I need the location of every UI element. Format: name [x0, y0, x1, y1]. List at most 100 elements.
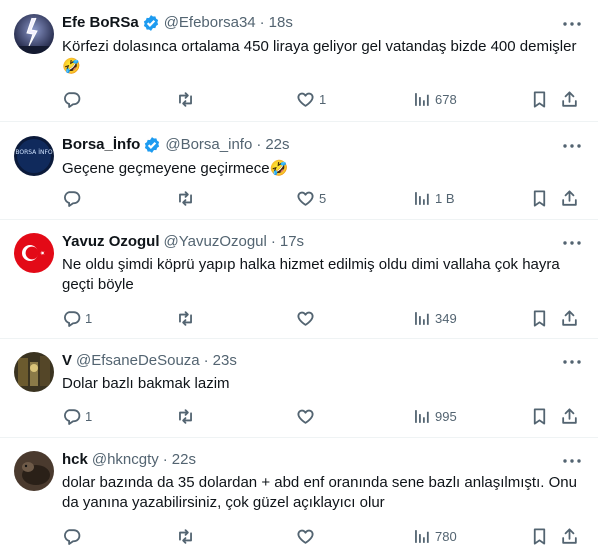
like-button[interactable] [296, 521, 319, 551]
display-name[interactable]: Efe BoRSa [62, 13, 139, 33]
tweet-actions: 1 678 [56, 84, 586, 114]
share-button[interactable] [560, 521, 579, 551]
avatar[interactable] [14, 451, 54, 491]
more-options-icon[interactable] [562, 233, 582, 253]
handle[interactable]: @YavuzOzogul [164, 232, 267, 252]
heart-icon [296, 527, 315, 546]
bookmark-button[interactable] [530, 401, 549, 431]
handle[interactable]: @Borsa_info [165, 135, 252, 155]
views-button[interactable]: 1 B [412, 183, 455, 213]
share-button[interactable] [560, 303, 579, 333]
views-chart-icon [412, 90, 431, 109]
reply-button[interactable] [62, 521, 85, 551]
share-icon [560, 90, 579, 109]
avatar[interactable] [14, 233, 54, 273]
retweet-button[interactable] [176, 84, 199, 114]
like-button[interactable] [296, 401, 319, 431]
timestamp[interactable]: 23s [213, 351, 237, 371]
avatar[interactable] [14, 352, 54, 392]
tweet[interactable]: V @EfsaneDeSouza · 23s Dolar bazlı bakma… [0, 339, 598, 438]
separator-dot: · [162, 451, 168, 468]
display-name[interactable]: hck [62, 450, 88, 470]
more-options-icon[interactable] [562, 136, 582, 156]
handle[interactable]: @Efeborsa34 [164, 13, 256, 33]
tweet-text: Körfezi dolasınca ortalama 450 liraya ge… [62, 38, 577, 75]
retweet-button[interactable] [176, 183, 199, 213]
tweet[interactable]: hck @hkncgty · 22s dolar bazında da 35 d… [0, 438, 598, 560]
reply-icon [62, 90, 81, 109]
tweet-text: dolar bazında da 35 dolardan + abd enf o… [62, 474, 577, 511]
bookmark-button[interactable] [530, 84, 549, 114]
reply-icon [62, 309, 81, 328]
reply-button[interactable]: 1 [62, 303, 92, 333]
bookmark-icon [530, 309, 549, 328]
tweet-header: hck @hkncgty · 22s [62, 450, 196, 470]
share-button[interactable] [560, 84, 579, 114]
display-name[interactable]: V [62, 351, 72, 371]
views-count: 1 B [435, 190, 455, 206]
share-button[interactable] [560, 401, 579, 431]
bookmark-icon [530, 407, 549, 426]
heart-icon [296, 189, 315, 208]
bookmark-icon [530, 189, 549, 208]
retweet-icon [176, 527, 195, 546]
display-name[interactable]: Yavuz Ozogul [62, 232, 160, 252]
tweet[interactable]: Efe BoRSa @Efeborsa34 · 18s Körfezi dola… [0, 0, 598, 122]
share-icon [560, 527, 579, 546]
retweet-button[interactable] [176, 401, 199, 431]
views-button[interactable]: 678 [412, 84, 457, 114]
tweet-actions: 5 1 B [56, 183, 586, 213]
like-button[interactable]: 1 [296, 84, 326, 114]
timestamp[interactable]: 18s [269, 13, 293, 33]
more-options-icon[interactable] [562, 14, 582, 34]
views-count: 995 [435, 408, 457, 424]
views-count: 780 [435, 528, 457, 544]
timestamp[interactable]: 17s [280, 232, 304, 252]
like-button[interactable] [296, 303, 319, 333]
retweet-button[interactable] [176, 521, 199, 551]
bookmark-button[interactable] [530, 183, 549, 213]
views-chart-icon [412, 309, 431, 328]
reply-button[interactable]: 1 [62, 401, 92, 431]
reply-icon [62, 189, 81, 208]
views-count: 678 [435, 91, 457, 107]
handle[interactable]: @EfsaneDeSouza [76, 351, 200, 371]
timestamp[interactable]: 22s [172, 450, 196, 470]
reply-button[interactable] [62, 84, 85, 114]
display-name[interactable]: Borsa_İnfo [62, 135, 140, 155]
avatar[interactable]: BORSA İNFO [14, 136, 54, 176]
tweet[interactable]: Yavuz Ozogul @YavuzOzogul · 17s Ne oldu … [0, 220, 598, 339]
more-options-icon[interactable] [562, 451, 582, 471]
reply-button[interactable] [62, 183, 85, 213]
more-options-icon[interactable] [562, 352, 582, 372]
avatar[interactable] [14, 14, 54, 54]
tweet-actions: 1 995 [56, 401, 586, 431]
tweet-actions: 1 349 [56, 303, 586, 333]
share-icon [560, 189, 579, 208]
bookmark-icon [530, 90, 549, 109]
separator-dot: · [203, 352, 209, 369]
reply-icon [62, 527, 81, 546]
bookmark-button[interactable] [530, 521, 549, 551]
views-button[interactable]: 780 [412, 521, 457, 551]
retweet-icon [176, 189, 195, 208]
retweet-button[interactable] [176, 303, 199, 333]
verified-badge-icon [142, 14, 160, 32]
separator-dot: · [256, 136, 262, 153]
timestamp[interactable]: 22s [265, 135, 289, 155]
views-count: 349 [435, 310, 457, 326]
views-button[interactable]: 995 [412, 401, 457, 431]
heart-icon [296, 407, 315, 426]
separator-dot: · [259, 14, 265, 31]
heart-icon [296, 309, 315, 328]
logo-text-borsa: BORSA İNFO [15, 149, 53, 156]
retweet-icon [176, 309, 195, 328]
tweet[interactable]: BORSA İNFO Borsa_İnfo @Borsa_info · 22s … [0, 122, 598, 220]
share-button[interactable] [560, 183, 579, 213]
like-button[interactable]: 5 [296, 183, 326, 213]
verified-badge-icon [143, 136, 161, 154]
views-button[interactable]: 349 [412, 303, 457, 333]
reply-icon [62, 407, 81, 426]
bookmark-button[interactable] [530, 303, 549, 333]
handle[interactable]: @hkncgty [92, 450, 159, 470]
